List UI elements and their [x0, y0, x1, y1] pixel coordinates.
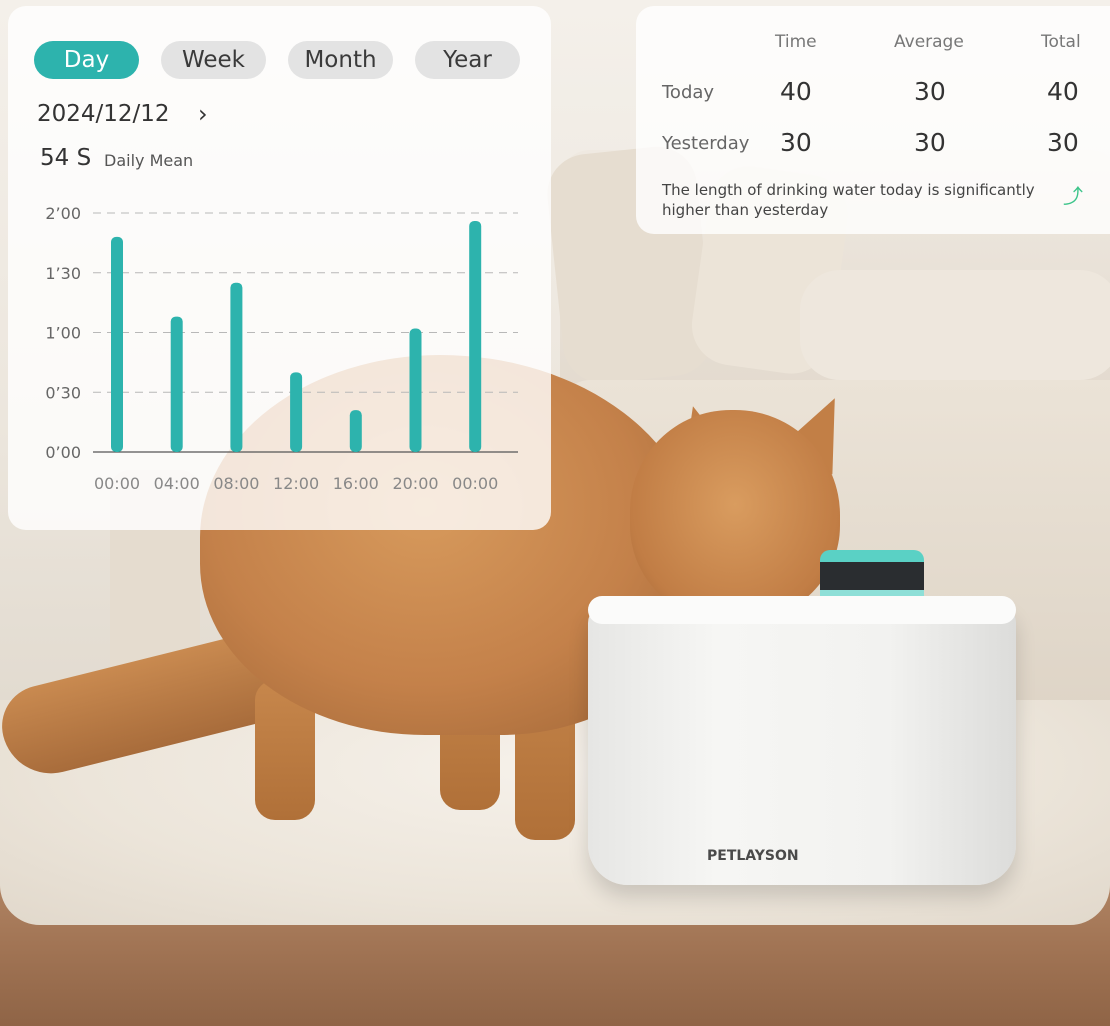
- bar: [170, 316, 183, 452]
- row-label-today: Today: [662, 82, 715, 103]
- trend-up-arrow-icon: ⤴: [1063, 184, 1083, 208]
- y-tick-label: 1’30: [45, 264, 81, 283]
- y-tick-label: 1’00: [45, 324, 81, 343]
- row-label-yesterday: Yesterday: [662, 133, 750, 154]
- sofa-arm: [800, 270, 1110, 380]
- fountain-lid: [588, 596, 1016, 624]
- today-time: 40: [780, 77, 812, 106]
- header-time: Time: [775, 32, 817, 52]
- yesterday-time: 30: [780, 128, 812, 157]
- x-tick-label: 12:00: [273, 474, 319, 493]
- x-tick-label: 20:00: [392, 474, 438, 493]
- header-total: Total: [1041, 32, 1081, 52]
- trend-note: The length of drinking water today is si…: [662, 181, 1035, 219]
- cat-head: [630, 410, 840, 620]
- bar: [290, 372, 303, 452]
- x-tick-label: 00:00: [94, 474, 140, 493]
- today-average: 30: [914, 77, 946, 106]
- x-tick-label: 00:00: [452, 474, 498, 493]
- bar-chart: 0’00 0’30 1’00 1’30 2’00 00:00 04:00 08:00 12:00…: [45, 204, 518, 493]
- bar: [349, 410, 362, 452]
- bar: [230, 282, 243, 452]
- yesterday-average: 30: [914, 128, 946, 157]
- x-tick-label: 08:00: [213, 474, 259, 493]
- y-tick-label: 0’00: [45, 443, 81, 462]
- bar: [111, 236, 123, 452]
- brand-logo: PETLAYSON: [707, 848, 799, 864]
- bar: [469, 220, 482, 452]
- bar: [409, 328, 422, 452]
- y-tick-label: 2’00: [45, 204, 81, 223]
- today-total: 40: [1047, 77, 1079, 106]
- water-fountain: [588, 603, 1016, 885]
- header-average: Average: [894, 32, 964, 52]
- x-tick-label: 16:00: [333, 474, 379, 493]
- yesterday-total: 30: [1047, 128, 1079, 157]
- x-tick-label: 04:00: [154, 474, 200, 493]
- y-tick-label: 0’30: [45, 383, 81, 402]
